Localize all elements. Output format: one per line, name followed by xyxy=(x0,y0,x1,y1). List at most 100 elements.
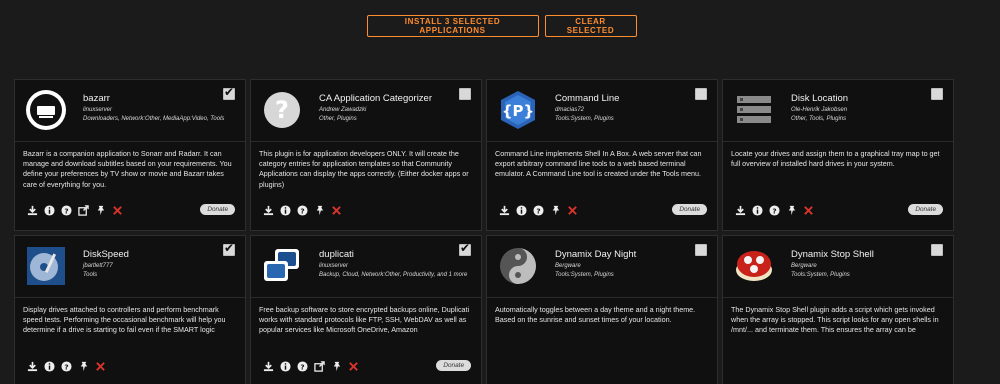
duplicati-logo-icon[interactable] xyxy=(261,245,303,287)
app-author[interactable]: Ole-Henrik Jakobsen xyxy=(791,107,847,113)
app-categories: Other, Tools, Plugins xyxy=(791,116,847,122)
pin-icon[interactable] xyxy=(550,205,561,216)
app-title[interactable]: Dynamix Day Night xyxy=(555,249,636,260)
donate-button[interactable]: Donate xyxy=(672,204,707,215)
app-description: Locate your drives and assign them to a … xyxy=(731,149,940,169)
app-card[interactable]: Dynamix Day Night Bergware Tools:System,… xyxy=(486,235,718,384)
bazarr-logo-icon[interactable] xyxy=(25,89,67,131)
app-card[interactable]: duplicati linuxserver Backup, Cloud, Net… xyxy=(250,235,482,384)
svg-text:?: ? xyxy=(300,206,304,215)
donate-button[interactable]: Donate xyxy=(436,360,471,371)
install-icon[interactable] xyxy=(27,205,38,216)
remove-icon[interactable] xyxy=(331,205,342,216)
app-card-header: DiskSpeed jbartlett777 Tools xyxy=(15,236,245,298)
app-actions: ? xyxy=(263,204,471,216)
help-icon[interactable]: ? xyxy=(533,204,544,216)
help-icon[interactable]: ? xyxy=(297,204,308,216)
app-actions xyxy=(735,360,943,372)
app-title[interactable]: Command Line xyxy=(555,93,619,104)
help-icon[interactable]: ? xyxy=(769,204,780,216)
app-title[interactable]: DiskSpeed xyxy=(83,249,129,260)
select-checkbox[interactable] xyxy=(459,88,471,100)
app-title[interactable]: bazarr xyxy=(83,93,110,104)
app-card[interactable]: Disk Location Ole-Henrik Jakobsen Other,… xyxy=(722,79,954,231)
app-description: The Dynamix Stop Shell plugin adds a scr… xyxy=(731,305,939,335)
app-categories: Tools:System, Plugins xyxy=(555,116,614,122)
app-card[interactable]: ? CA Application Categorizer Andrew Zawa… xyxy=(250,79,482,231)
app-categories: Tools:System, Plugins xyxy=(555,272,614,278)
donate-button[interactable]: Donate xyxy=(200,204,235,215)
select-checkbox[interactable] xyxy=(931,244,943,256)
disk-rack-icon[interactable] xyxy=(733,89,775,131)
app-card[interactable]: Dynamix Stop Shell Bergware Tools:System… xyxy=(722,235,954,384)
pin-icon[interactable] xyxy=(95,205,106,216)
command-line-logo-icon[interactable]: {P} xyxy=(497,89,539,131)
question-mark-icon[interactable]: ? xyxy=(261,89,303,131)
info-icon[interactable] xyxy=(44,204,55,216)
select-checkbox[interactable] xyxy=(931,88,943,100)
app-author[interactable]: dmacias72 xyxy=(555,107,584,113)
app-title[interactable]: CA Application Categorizer xyxy=(319,93,432,104)
app-title[interactable]: Dynamix Stop Shell xyxy=(791,249,874,260)
app-author[interactable]: linuxserver xyxy=(83,107,112,113)
top-actions: INSTALL 3 SELECTED APPLICATIONS CLEAR SE… xyxy=(0,15,1000,37)
app-title[interactable]: Disk Location xyxy=(791,93,848,104)
info-icon[interactable] xyxy=(516,204,527,216)
external-link-icon[interactable] xyxy=(314,360,325,372)
help-icon[interactable]: ? xyxy=(61,360,72,372)
app-author[interactable]: Andrew Zawadzki xyxy=(319,107,366,113)
help-icon[interactable]: ? xyxy=(297,360,308,372)
app-categories: Other, Plugins xyxy=(319,116,357,122)
info-icon[interactable] xyxy=(280,360,291,372)
select-checkbox[interactable] xyxy=(695,244,707,256)
app-actions: ? Donate xyxy=(499,204,707,216)
pin-icon[interactable] xyxy=(786,205,797,216)
info-icon[interactable] xyxy=(280,204,291,216)
info-icon[interactable] xyxy=(44,360,55,372)
app-author[interactable]: linuxserver xyxy=(319,263,348,269)
install-icon[interactable] xyxy=(263,361,274,372)
hard-drive-icon[interactable] xyxy=(25,245,67,287)
app-card-header: duplicati linuxserver Backup, Cloud, Net… xyxy=(251,236,481,298)
install-icon[interactable] xyxy=(263,205,274,216)
remove-icon[interactable] xyxy=(803,205,814,216)
app-description: Free backup software to store encrypted … xyxy=(259,305,470,335)
select-checkbox[interactable] xyxy=(459,241,471,256)
pin-icon[interactable] xyxy=(331,361,342,372)
app-categories: Tools:System, Plugins xyxy=(791,272,850,278)
app-actions: ? Donate xyxy=(27,204,235,216)
clear-selected-button[interactable]: CLEAR SELECTED xyxy=(544,15,637,37)
donate-button[interactable]: Donate xyxy=(908,204,943,215)
app-author[interactable]: jbartlett777 xyxy=(83,263,113,269)
app-card[interactable]: bazarr linuxserver Downloaders, Network:… xyxy=(14,79,246,231)
app-description: Bazarr is a companion application to Son… xyxy=(23,149,232,189)
remove-icon[interactable] xyxy=(348,361,359,372)
red-shell-icon[interactable] xyxy=(733,245,775,287)
select-checkbox[interactable] xyxy=(223,85,235,100)
app-author[interactable]: Bergware xyxy=(791,263,817,269)
install-icon[interactable] xyxy=(735,205,746,216)
app-card[interactable]: DiskSpeed jbartlett777 Tools Display dri… xyxy=(14,235,246,384)
pin-icon[interactable] xyxy=(314,205,325,216)
app-card[interactable]: {P} Command Line dmacias72 Tools:System,… xyxy=(486,79,718,231)
app-description: Automatically toggles between a day them… xyxy=(495,305,696,325)
select-checkbox[interactable] xyxy=(223,241,235,256)
app-card-header: Dynamix Stop Shell Bergware Tools:System… xyxy=(723,236,953,298)
pin-icon[interactable] xyxy=(78,361,89,372)
install-icon[interactable] xyxy=(499,205,510,216)
svg-text:?: ? xyxy=(772,206,776,215)
app-title[interactable]: duplicati xyxy=(319,249,354,260)
install-icon[interactable] xyxy=(27,361,38,372)
remove-icon[interactable] xyxy=(112,205,123,216)
remove-icon[interactable] xyxy=(567,205,578,216)
install-selected-button[interactable]: INSTALL 3 SELECTED APPLICATIONS xyxy=(366,15,539,37)
select-checkbox[interactable] xyxy=(695,88,707,100)
external-link-icon[interactable] xyxy=(78,204,89,216)
app-card-header: ? CA Application Categorizer Andrew Zawa… xyxy=(251,80,481,142)
app-author[interactable]: Bergware xyxy=(555,263,581,269)
info-icon[interactable] xyxy=(752,204,763,216)
yin-yang-icon[interactable] xyxy=(497,245,539,287)
help-icon[interactable]: ? xyxy=(61,204,72,216)
app-description: This plugin is for application developer… xyxy=(259,149,469,189)
remove-icon[interactable] xyxy=(95,361,106,372)
